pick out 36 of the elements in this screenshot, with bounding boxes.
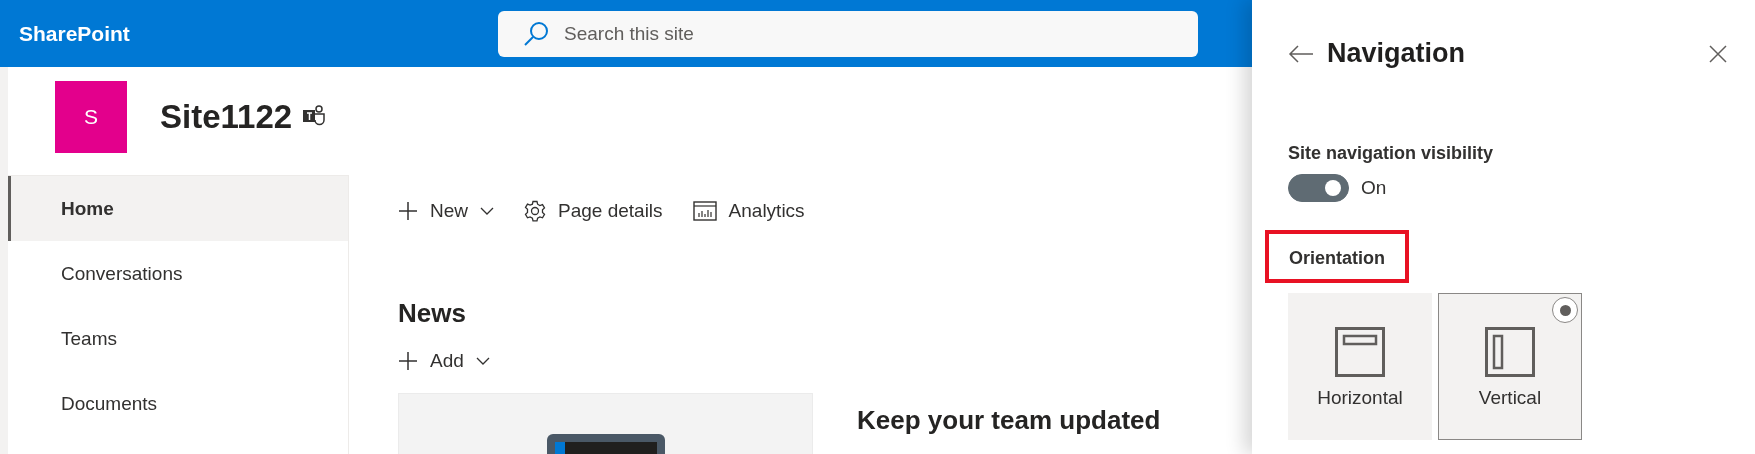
back-button[interactable] <box>1288 43 1314 64</box>
field-label: Orientation <box>1289 248 1385 268</box>
panel-title: Navigation <box>1327 38 1467 69</box>
chevron-down-icon <box>475 356 490 366</box>
search-icon <box>522 19 550 48</box>
site-logo[interactable]: S <box>55 81 127 153</box>
add-button[interactable]: Add <box>398 350 490 372</box>
close-button[interactable] <box>1709 44 1727 63</box>
app-name[interactable]: SharePoint <box>19 21 498 46</box>
close-icon <box>1709 44 1727 63</box>
horizontal-layout-icon <box>1335 327 1385 377</box>
new-button[interactable]: New <box>398 200 494 222</box>
field-label: Site navigation visibility <box>1288 143 1494 164</box>
back-arrow-icon <box>1288 43 1314 64</box>
teams-icon <box>302 105 327 127</box>
chevron-down-icon <box>480 206 494 216</box>
plus-icon <box>398 201 418 221</box>
toggle-switch[interactable] <box>1288 174 1349 202</box>
option-tile[interactable]: Horizontal <box>1288 293 1432 440</box>
vertical-layout-icon <box>1485 327 1535 377</box>
chart-icon <box>692 201 717 221</box>
section-heading: News <box>398 298 467 330</box>
search-field[interactable]: Search this site <box>498 10 1198 57</box>
nav-item[interactable]: Documents <box>8 371 348 436</box>
nav-item[interactable]: Conversations <box>8 241 348 306</box>
analytics-button[interactable]: Analytics <box>692 200 805 222</box>
option-tile[interactable]: Vertical <box>1438 293 1582 440</box>
card-title: Keep your team updated <box>857 405 1161 437</box>
radio-button[interactable] <box>1552 297 1578 323</box>
nav-item[interactable]: Home <box>8 176 348 241</box>
gear-icon <box>524 200 546 222</box>
toggle-state: On <box>1361 177 1387 199</box>
nav-item[interactable]: Teams <box>8 306 348 371</box>
details-button[interactable]: Page details <box>524 200 663 222</box>
plus-icon <box>398 351 418 371</box>
site-title: Site1122 <box>160 98 293 136</box>
